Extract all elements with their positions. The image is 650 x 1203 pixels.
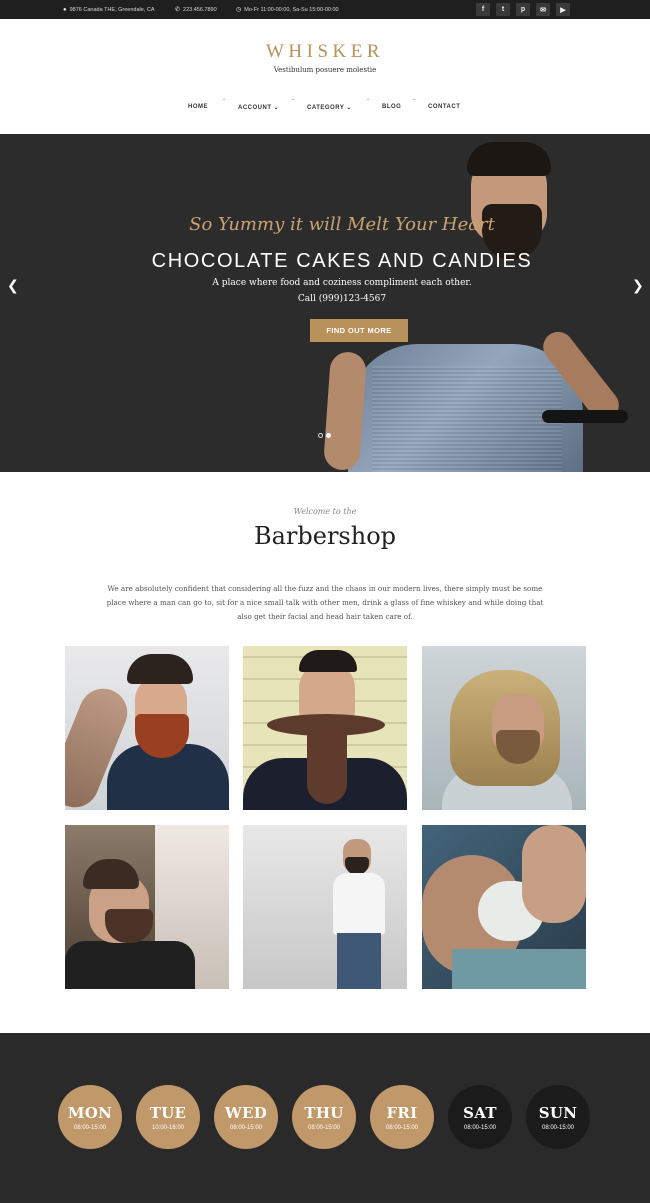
hours-info: ◷ Mo-Fr 11:00-00:00, Sa-Su 15:00-00:00 [236, 0, 339, 19]
nav-home[interactable]: HOME [188, 104, 208, 110]
day-time: 08:00-15:00 [463, 1124, 497, 1131]
phone-icon: ✆ [175, 7, 181, 13]
gallery-photo[interactable] [243, 646, 407, 810]
day-name: MON [67, 1103, 113, 1122]
nav-contact[interactable]: CONTACT [428, 104, 460, 110]
day-thu: THU 08:00-15:00 [292, 1085, 356, 1149]
welcome-title: Barbershop [253, 522, 397, 550]
pinterest-icon[interactable]: p [516, 3, 530, 16]
nav-category-label: CATEGORY [307, 105, 345, 111]
gallery-photo[interactable] [422, 825, 586, 989]
nav-separator: ˜ [292, 100, 295, 106]
chevron-down-icon: ⌄ [273, 105, 280, 111]
hero-subtitle: A place where food and coziness complime… [212, 278, 472, 288]
day-time: 08:00-15:00 [229, 1124, 263, 1131]
nav-blog[interactable]: BLOG [382, 104, 401, 110]
hero-stool [542, 410, 628, 423]
slider-prev-arrow-icon[interactable]: ❮ [7, 278, 19, 294]
nav-separator: ˜ [413, 100, 416, 106]
slider-next-arrow-icon[interactable]: ❯ [632, 278, 644, 294]
photo-beard [307, 726, 347, 804]
hero-model-shirt-texture [372, 366, 562, 472]
day-time: 10:00-16:00 [151, 1124, 185, 1131]
top-bar: ● 9876 Canada THE, Greendale, CA ✆ 223.4… [0, 0, 650, 19]
day-time: 08:00-15:00 [385, 1124, 419, 1131]
slider-dot[interactable] [318, 433, 323, 438]
day-time: 08:00-15:00 [307, 1124, 341, 1131]
day-sat: SAT 08:00-15:00 [448, 1085, 512, 1149]
chevron-down-icon: ⌄ [346, 105, 352, 111]
day-name: THU [304, 1103, 344, 1122]
address-info: ● 9876 Canada THE, Greendale, CA [63, 0, 155, 19]
day-name: TUE [149, 1103, 187, 1122]
main-nav: HOME ˜ ACCOUNT ⌄ ˜ CATEGORY ⌄ ˜ BLOG ˜ C… [0, 100, 650, 114]
hero-phone: Call (999)123-4567 [297, 294, 387, 304]
nav-separator: ˜ [367, 100, 370, 106]
nav-account-label: ACCOUNT [238, 105, 272, 111]
gallery-photo[interactable] [65, 646, 229, 810]
hero-title: CHOCOLATE CAKES AND CANDIES [151, 250, 533, 272]
day-fri: FRI 08:00-15:00 [370, 1085, 434, 1149]
social-links: f t p ✉ ▶ [476, 3, 570, 16]
phone-info[interactable]: ✆ 223.456.7890 [175, 0, 217, 19]
photo-jeans [337, 933, 381, 989]
facebook-icon[interactable]: f [476, 3, 490, 16]
photo-barber-hand [522, 825, 586, 923]
twitter-icon[interactable]: t [496, 3, 510, 16]
nav-separator: ˜ [223, 100, 226, 106]
day-mon: MON 08:00-15:00 [58, 1085, 122, 1149]
day-name: WED [224, 1103, 268, 1122]
nav-category[interactable]: CATEGORY ⌄ [307, 104, 352, 111]
gallery-photo[interactable] [422, 646, 586, 810]
day-name: SAT [463, 1103, 497, 1122]
site-logo[interactable]: WHISKER [0, 41, 650, 63]
slider-dots [318, 433, 331, 438]
nav-account[interactable]: ACCOUNT ⌄ [238, 104, 279, 111]
day-time: 08:00-15:00 [73, 1124, 107, 1131]
photo-hair [299, 650, 357, 672]
address-text: 9876 Canada THE, Greendale, CA [69, 6, 155, 13]
clock-icon: ◷ [236, 7, 242, 13]
email-icon[interactable]: ✉ [536, 3, 550, 16]
gallery-photo[interactable] [243, 825, 407, 989]
photo-shirt [333, 873, 385, 935]
phone-text[interactable]: 223.456.7890 [183, 7, 217, 13]
location-icon: ● [63, 6, 67, 13]
gallery-photo[interactable] [65, 825, 229, 989]
day-name: SUN [538, 1103, 578, 1122]
day-tue: TUE 10:00-16:00 [136, 1085, 200, 1149]
day-time: 08:00-15:00 [541, 1124, 575, 1131]
slider-dot-active[interactable] [326, 433, 331, 438]
day-wed: WED 08:00-15:00 [214, 1085, 278, 1149]
find-out-more-button[interactable]: FIND OUT MORE [310, 319, 408, 342]
welcome-text: We are absolutely confident that conside… [106, 584, 544, 621]
photo-cape [65, 941, 195, 989]
day-sun: SUN 08:00-15:00 [526, 1085, 590, 1149]
photo-hair [127, 654, 193, 684]
hours-text: Mo-Fr 11:00-00:00, Sa-Su 15:00-00:00 [244, 6, 339, 13]
hero-model-hair [467, 142, 551, 176]
site-tagline: Vestibulum posuere molestie [273, 66, 377, 74]
youtube-icon[interactable]: ▶ [556, 3, 570, 16]
welcome-pre-heading: Welcome to the [293, 507, 357, 516]
hero-script-heading: So Yummy it will Melt Your Heart [189, 214, 495, 235]
photo-towel [452, 949, 586, 989]
day-name: FRI [386, 1103, 418, 1122]
